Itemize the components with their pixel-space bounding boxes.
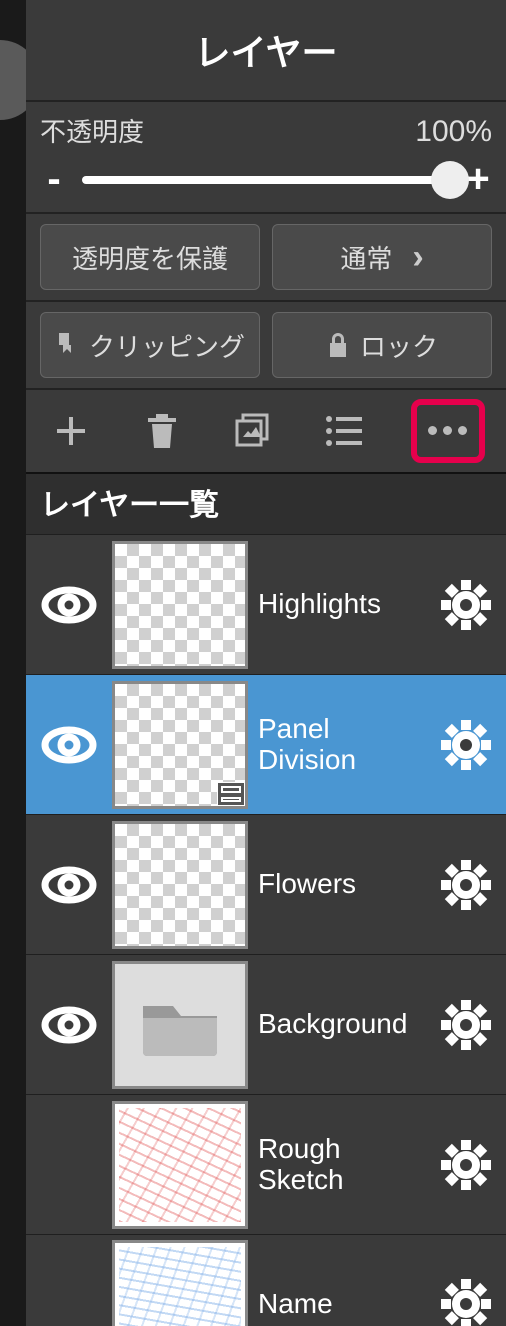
opacity-slider-thumb[interactable] <box>431 161 469 199</box>
layer-settings-button[interactable] <box>426 1000 506 1050</box>
ellipsis-icon <box>425 422 470 440</box>
opacity-label: 不透明度 <box>40 112 144 149</box>
clipping-icon <box>55 331 79 359</box>
layer-row[interactable]: Panel Division <box>26 674 506 814</box>
layer-settings-button[interactable] <box>426 580 506 630</box>
layer-thumbnail[interactable] <box>112 821 248 949</box>
more-options-button[interactable] <box>411 399 485 463</box>
layer-name[interactable]: Panel Division <box>248 714 426 776</box>
layer-row[interactable]: Background <box>26 954 506 1094</box>
visibility-toggle[interactable] <box>26 725 112 765</box>
blend-mode-label: 通常 <box>340 239 392 276</box>
layers-panel: レイヤー 不透明度 100% - + 透明度を保護 通常 › クリッピング <box>26 0 506 1326</box>
layer-name[interactable]: Background <box>248 1009 426 1040</box>
layer-toolbar <box>26 388 506 472</box>
protect-alpha-button[interactable]: 透明度を保護 <box>40 224 260 290</box>
layer-row[interactable]: Flowers <box>26 814 506 954</box>
visibility-toggle[interactable] <box>26 1005 112 1045</box>
layer-list-header: レイヤー一覧 <box>26 472 506 534</box>
layer-thumbnail[interactable] <box>112 961 248 1089</box>
layer-settings-button[interactable] <box>426 720 506 770</box>
lock-icon <box>326 331 350 359</box>
layer-thumbnail[interactable] <box>112 541 248 669</box>
duplicate-layer-button[interactable] <box>229 407 277 455</box>
add-layer-button[interactable] <box>47 407 95 455</box>
layer-thumbnail[interactable] <box>112 1101 248 1229</box>
lock-label: ロック <box>360 327 438 364</box>
lock-button[interactable]: ロック <box>272 312 492 378</box>
chevron-right-icon: › <box>412 238 423 277</box>
panel-title-bar: レイヤー <box>26 0 506 100</box>
opacity-slider[interactable] <box>82 176 450 184</box>
visibility-toggle[interactable] <box>26 865 112 905</box>
blend-row: 透明度を保護 通常 › <box>26 212 506 300</box>
layer-row[interactable]: Highlights <box>26 534 506 674</box>
layer-list-view-button[interactable] <box>320 407 368 455</box>
layer-thumbnail[interactable] <box>112 681 248 809</box>
layer-row[interactable]: Rough Sketch <box>26 1094 506 1234</box>
opacity-value: 100% <box>415 115 492 149</box>
layer-name[interactable]: Rough Sketch <box>248 1134 426 1196</box>
layer-settings-button[interactable] <box>426 860 506 910</box>
layer-name[interactable]: Flowers <box>248 869 426 900</box>
delete-layer-button[interactable] <box>138 407 186 455</box>
blend-mode-button[interactable]: 通常 › <box>272 224 492 290</box>
layer-settings-button[interactable] <box>426 1279 506 1326</box>
clipping-label: クリッピング <box>89 327 245 364</box>
layer-thumbnail[interactable] <box>112 1240 248 1326</box>
layer-name[interactable]: Highlights <box>248 589 426 620</box>
layer-row[interactable]: Name <box>26 1234 506 1326</box>
clip-lock-row: クリッピング ロック <box>26 300 506 388</box>
layer-name[interactable]: Name <box>248 1289 426 1320</box>
clipping-button[interactable]: クリッピング <box>40 312 260 378</box>
panel-division-icon <box>217 782 245 806</box>
layer-list: Highlights Panel Division Flowers Backgr… <box>26 534 506 1326</box>
layer-settings-button[interactable] <box>426 1140 506 1190</box>
protect-alpha-label: 透明度を保護 <box>72 239 228 276</box>
opacity-decrease-button[interactable]: - <box>40 157 68 202</box>
opacity-section: 不透明度 100% - + <box>26 100 506 212</box>
visibility-toggle[interactable] <box>26 585 112 625</box>
panel-title: レイヤー <box>195 24 338 76</box>
